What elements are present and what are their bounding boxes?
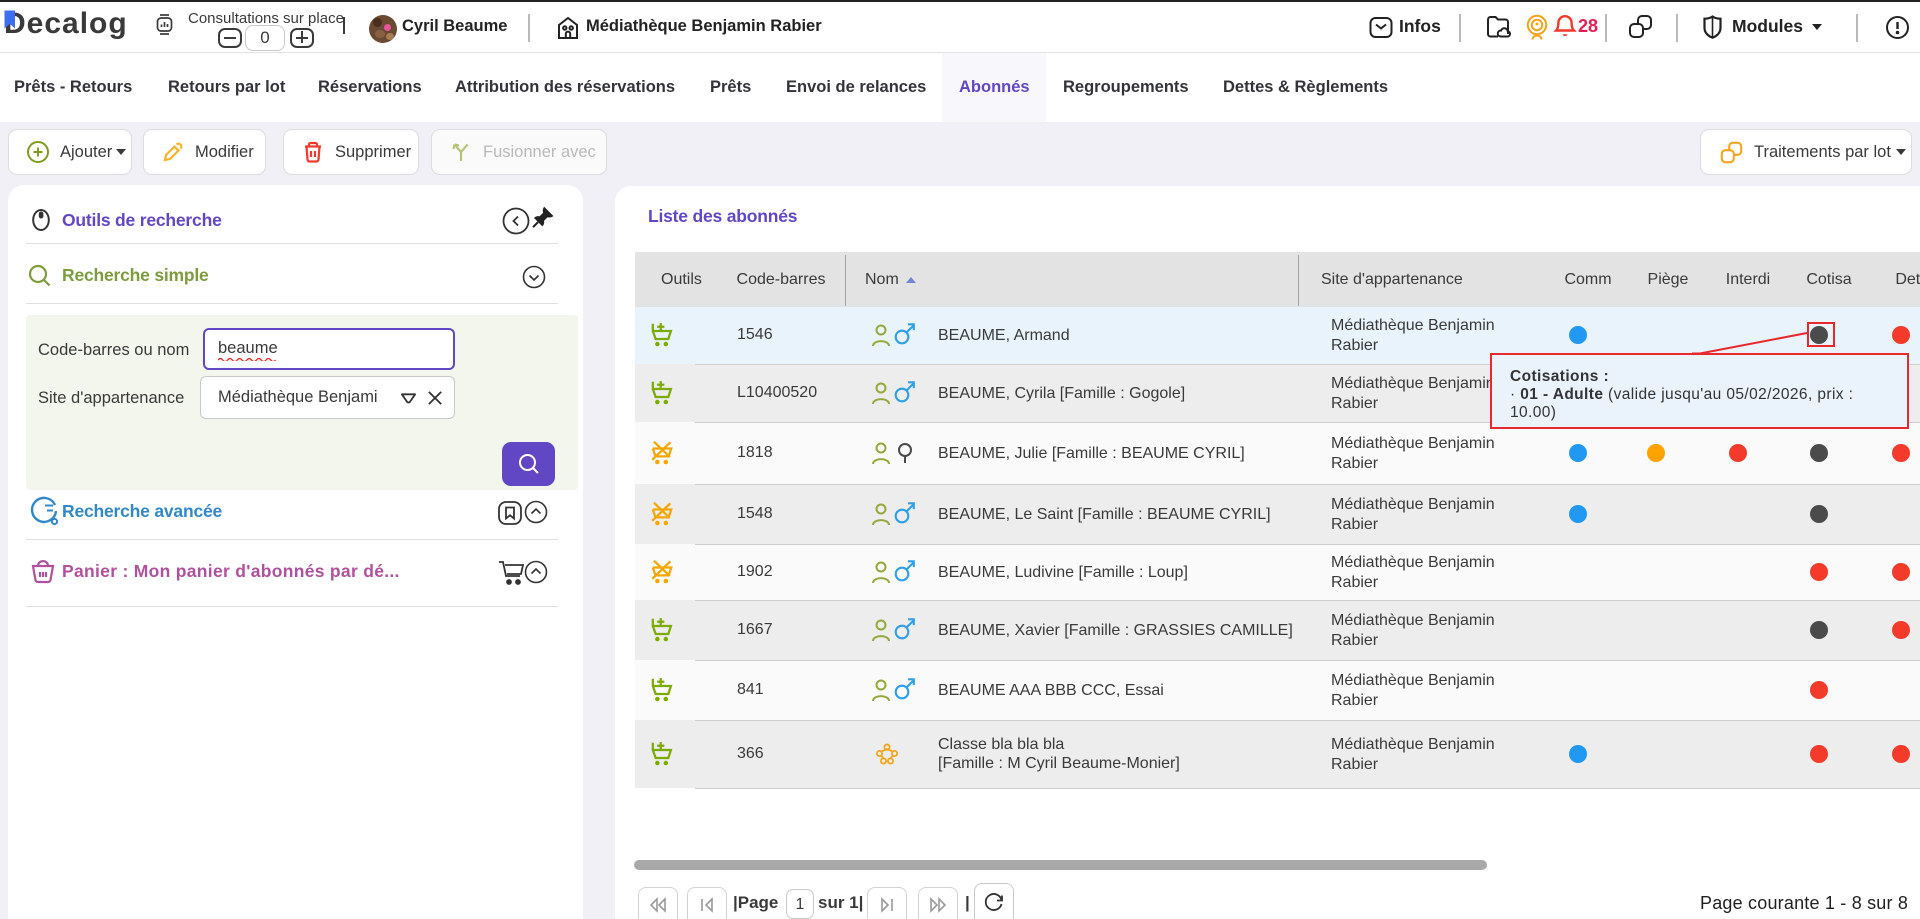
svg-text:Decalog: Decalog [4, 7, 128, 40]
